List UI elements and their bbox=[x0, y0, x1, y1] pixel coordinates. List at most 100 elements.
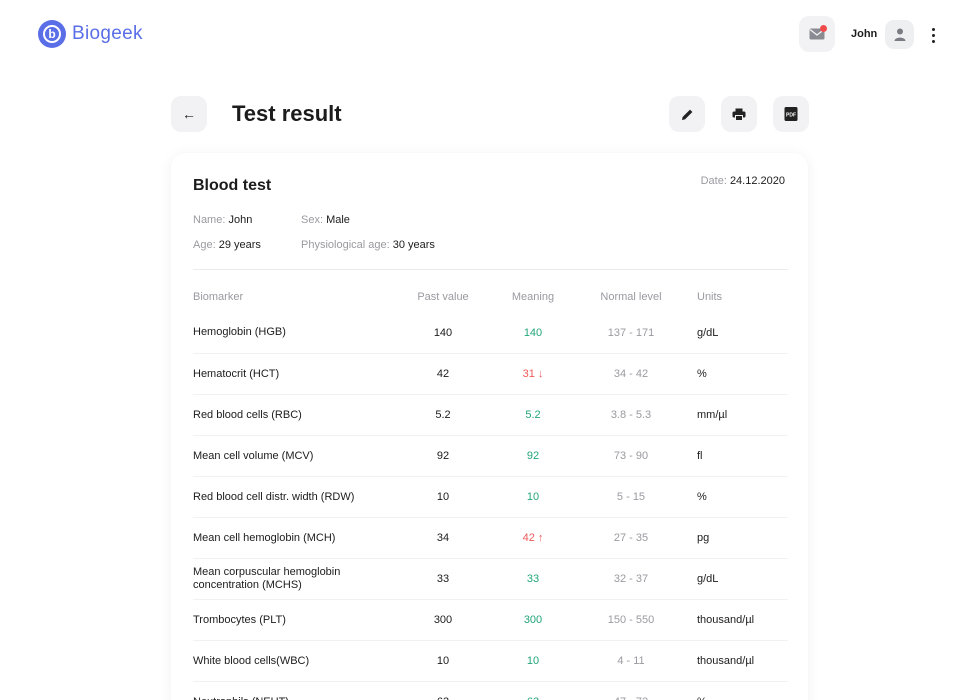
meaning-cell: 10 bbox=[526, 655, 540, 667]
user-icon bbox=[894, 28, 905, 41]
units-cell: mm/µl bbox=[697, 409, 728, 421]
normal-level-cell: 4 - 11 bbox=[617, 655, 645, 667]
units-cell: thousand/µl bbox=[697, 655, 755, 667]
dot bbox=[931, 39, 935, 43]
units-cell: fl bbox=[697, 450, 703, 462]
past-value-cell: 34 bbox=[436, 532, 450, 544]
past-value-cell: 33 bbox=[436, 573, 450, 585]
user-name[interactable]: John bbox=[851, 28, 877, 40]
column-header-biomarker: Biomarker bbox=[193, 290, 244, 303]
normal-level-cell: 34 - 42 bbox=[613, 368, 649, 380]
normal-level-cell: 5 - 15 bbox=[616, 491, 646, 503]
table-row[interactable]: Mean corpuscular hemoglobin concentratio… bbox=[193, 558, 788, 599]
biomarker-cell: Red blood cells (RBC) bbox=[193, 408, 302, 421]
table-body: Hemoglobin (HGB) 140 140 137 - 171 g/dL Hemat… bbox=[193, 312, 788, 700]
normal-level-cell: 27 - 35 bbox=[613, 532, 649, 544]
column-header-past-value: Past value bbox=[417, 291, 469, 303]
meaning-cell: 300 bbox=[523, 614, 543, 626]
table-row[interactable]: Mean cell hemoglobin (MCH) 34 42 ↑ 27 - 35 p… bbox=[193, 517, 788, 558]
meaning-cell: 63 bbox=[483, 696, 583, 700]
units-cell: g/dL bbox=[697, 326, 719, 339]
patient-name: Name: John bbox=[193, 214, 252, 226]
units-cell: pg bbox=[697, 532, 710, 544]
units-cell: % bbox=[697, 368, 707, 380]
physiological-age: Physiological age: 30 years bbox=[301, 239, 435, 251]
meaning-cell: 42 ↑ bbox=[522, 532, 544, 544]
table-row[interactable]: Red blood cell distr. width (RDW) 10 10 5 -… bbox=[193, 476, 788, 517]
biomarker-cell: Hemoglobin (HGB) bbox=[193, 326, 286, 338]
normal-level-cell: 3.8 - 5.3 bbox=[610, 409, 652, 421]
phys-age-label: Physiological age: bbox=[301, 239, 390, 251]
meaning-cell: 31 ↓ bbox=[522, 368, 544, 380]
table-row[interactable]: Hemoglobin (HGB) 140 140 137 - 171 g/dL bbox=[193, 312, 788, 353]
column-header-normal-level: Normal level bbox=[600, 291, 662, 303]
units-cell: % bbox=[697, 491, 707, 503]
past-value-cell: 92 bbox=[436, 450, 450, 462]
arrow-left-icon: ← bbox=[182, 106, 196, 122]
normal-level-cell: 73 - 90 bbox=[613, 450, 649, 462]
meaning-cell: 92 bbox=[526, 450, 540, 462]
notification-badge bbox=[820, 25, 827, 32]
sex-value: Male bbox=[326, 214, 350, 226]
dot bbox=[931, 33, 935, 37]
dot bbox=[931, 27, 935, 31]
meaning-cell: 33 bbox=[526, 573, 540, 585]
meaning-cell: 5.2 bbox=[525, 409, 541, 421]
table-row[interactable]: White blood cells(WBC) 10 10 4 - 11 thousand… bbox=[193, 640, 788, 681]
past-value-cell: 10 bbox=[436, 491, 450, 503]
units-cell: g/dL bbox=[697, 573, 719, 585]
brand-name: Biogeek bbox=[72, 23, 143, 44]
biomarker-cell: Hematocrit (HCT) bbox=[193, 367, 280, 380]
biomarker-cell: Mean cell volume (MCV) bbox=[193, 449, 314, 462]
past-value-cell: 140 bbox=[433, 326, 453, 339]
biomarker-cell: White blood cells(WBC) bbox=[193, 654, 310, 667]
table-row[interactable]: Neutrophils (NEUT)636347 - 72% bbox=[193, 681, 788, 700]
biomarker-cell: Mean corpuscular hemoglobin concentratio… bbox=[193, 566, 341, 591]
results-table: Biomarker Past value Meaning Normal leve… bbox=[193, 282, 788, 700]
biomarker-cell: Neutrophils (NEUT) bbox=[193, 696, 403, 700]
messages-button[interactable] bbox=[799, 16, 835, 52]
column-header-units: Units bbox=[697, 291, 723, 303]
past-value-cell: 5.2 bbox=[435, 409, 451, 421]
table-row[interactable]: Mean cell volume (MCV) 92 92 73 - 90 fl bbox=[193, 435, 788, 476]
date-value: 24.12.2020 bbox=[729, 175, 785, 187]
avatar[interactable] bbox=[885, 20, 914, 49]
printer-icon bbox=[732, 108, 746, 121]
past-value-cell: 63 bbox=[403, 696, 483, 700]
print-button[interactable] bbox=[721, 96, 757, 132]
edit-button[interactable] bbox=[669, 96, 705, 132]
pencil-icon bbox=[681, 109, 692, 120]
pdf-icon: PDF bbox=[784, 107, 798, 121]
normal-level-cell: 32 - 37 bbox=[613, 573, 649, 585]
units-cell: % bbox=[679, 696, 788, 700]
patient-sex: Sex: Male bbox=[301, 214, 350, 226]
column-header-meaning: Meaning bbox=[511, 291, 555, 303]
date-label: Date: bbox=[700, 175, 727, 187]
normal-level-cell: 137 - 171 bbox=[607, 326, 655, 339]
back-button[interactable]: ← bbox=[171, 96, 207, 132]
table-header: Biomarker Past value Meaning Normal leve… bbox=[193, 282, 788, 312]
more-menu-button[interactable] bbox=[924, 22, 942, 48]
meaning-cell: 140 bbox=[523, 326, 543, 339]
divider bbox=[193, 269, 788, 270]
brand-logo[interactable]: b Biogeek bbox=[38, 20, 143, 48]
phys-age-value: 30 years bbox=[392, 239, 435, 251]
pdf-button[interactable]: PDF bbox=[773, 96, 809, 132]
past-value-cell: 42 bbox=[436, 368, 450, 380]
svg-text:PDF: PDF bbox=[786, 113, 796, 119]
biomarker-cell: Trombocytes (PLT) bbox=[193, 613, 286, 626]
age-value: 29 years bbox=[218, 239, 261, 251]
card-title: Blood test bbox=[193, 177, 272, 194]
biomarker-cell: Red blood cell distr. width (RDW) bbox=[193, 490, 355, 503]
name-label: Name: bbox=[193, 214, 226, 226]
past-value-cell: 300 bbox=[433, 614, 453, 626]
table-row[interactable]: Red blood cells (RBC) 5.2 5.2 3.8 - 5.3 mm/µ… bbox=[193, 394, 788, 435]
name-value: John bbox=[228, 214, 253, 226]
table-row[interactable]: Trombocytes (PLT) 300 300 150 - 550 thousand… bbox=[193, 599, 788, 640]
normal-level-cell: 47 - 72 bbox=[583, 696, 679, 700]
past-value-cell: 10 bbox=[436, 655, 450, 667]
result-card: Blood test Date: 24.12.2020 Name: John S… bbox=[171, 153, 808, 700]
normal-level-cell: 150 - 550 bbox=[607, 614, 655, 626]
page-title: Test result bbox=[232, 101, 342, 126]
table-row[interactable]: Hematocrit (HCT) 42 31 ↓ 34 - 42% bbox=[193, 353, 788, 394]
